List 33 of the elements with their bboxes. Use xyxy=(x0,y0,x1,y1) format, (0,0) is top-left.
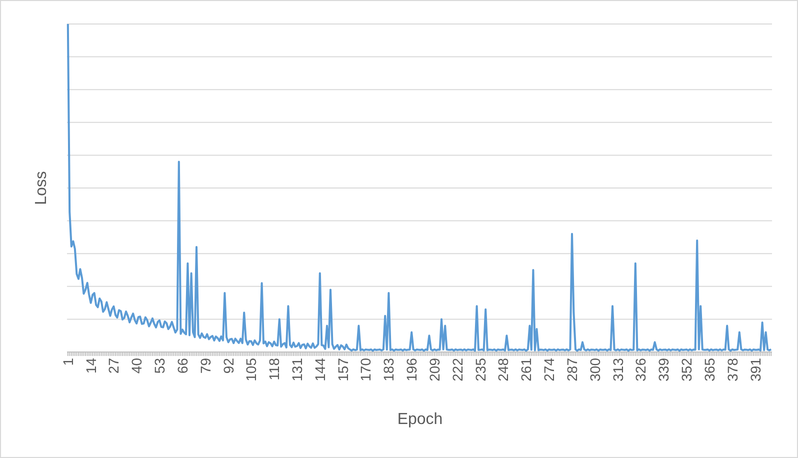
tick-label: 157 xyxy=(334,358,351,382)
tick-label: 248 xyxy=(495,358,512,382)
tick-label: 222 xyxy=(449,358,466,382)
y-axis-title: Loss xyxy=(33,171,50,205)
tick-label: 144 xyxy=(312,358,328,382)
tick-label: 300 xyxy=(586,358,603,382)
tick-label: 1 xyxy=(60,358,76,366)
tick-label: 40 xyxy=(128,358,145,374)
tick-label: 365 xyxy=(701,358,718,382)
tick-label: 313 xyxy=(610,358,626,382)
tick-label: 53 xyxy=(152,358,168,374)
tick-label: 326 xyxy=(632,358,649,382)
tick-label: 339 xyxy=(656,358,672,382)
tick-label: 105 xyxy=(243,358,260,382)
tick-label: 66 xyxy=(174,358,190,374)
tick-label: 261 xyxy=(518,358,534,382)
tick-label: 352 xyxy=(678,358,695,382)
tick-label: 274 xyxy=(541,358,558,382)
tick-label: 196 xyxy=(404,358,420,382)
tick-label: 27 xyxy=(106,358,122,374)
tick-label: 92 xyxy=(220,358,236,374)
tick-label: 170 xyxy=(358,358,374,382)
tick-label: 79 xyxy=(197,358,214,374)
tick-label: 391 xyxy=(747,358,764,382)
x-axis-title: Epoch xyxy=(397,411,443,428)
tick-label: 287 xyxy=(564,358,580,382)
tick-label: 209 xyxy=(426,358,442,382)
tick-label: 235 xyxy=(472,358,488,382)
tick-label: 118 xyxy=(266,358,282,380)
tick-label: 378 xyxy=(724,358,740,382)
tick-label: 131 xyxy=(289,358,305,382)
tick-label: 183 xyxy=(380,358,397,382)
tick-label: 14 xyxy=(82,358,99,374)
